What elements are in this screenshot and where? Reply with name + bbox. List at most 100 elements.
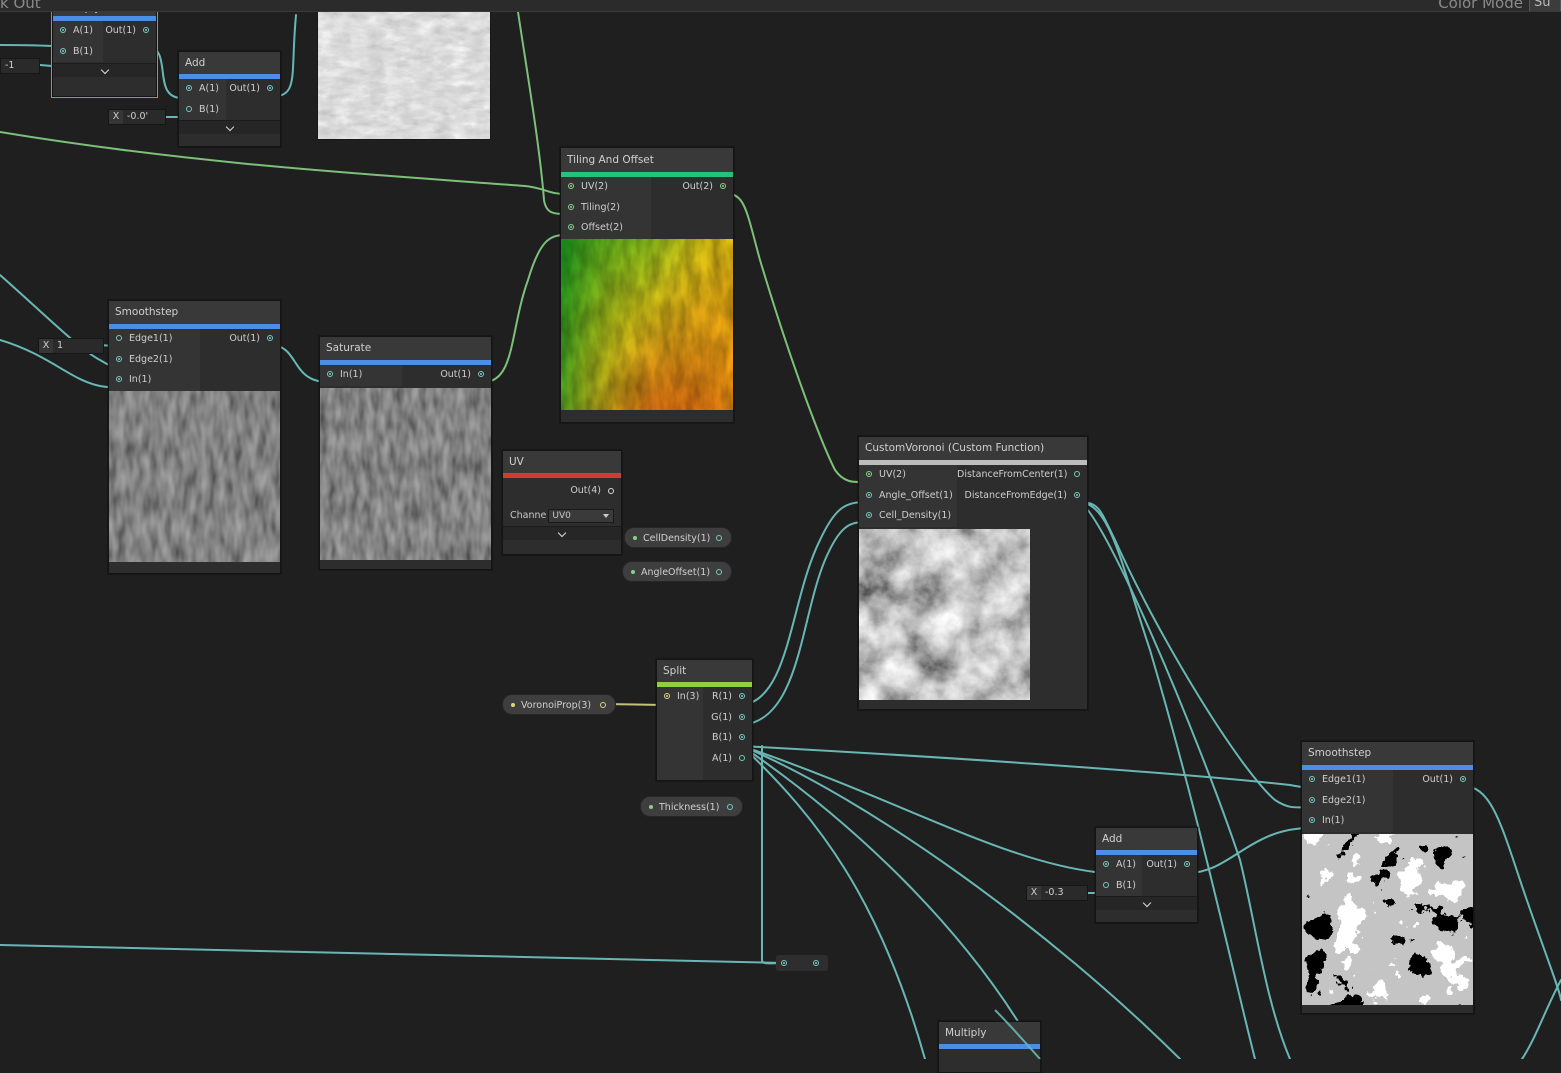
node-title[interactable]: Multiply [939, 1022, 1040, 1044]
node-title[interactable]: Saturate [320, 337, 491, 360]
expand-button[interactable] [1096, 896, 1197, 910]
port-dot[interactable] [716, 569, 722, 575]
color-mode-label: Color Mode [1438, 0, 1523, 12]
node-title[interactable]: Smoothstep [109, 301, 280, 324]
port-g: G(1) [703, 708, 752, 729]
port-dot[interactable] [568, 183, 574, 189]
port-b: B(1) [703, 728, 752, 749]
add-node-top[interactable]: Add A(1) B(1) Out(1) [178, 51, 281, 147]
color-mode-dropdown[interactable]: Su [1529, 0, 1561, 11]
port-dot[interactable] [664, 693, 670, 699]
node-title[interactable]: Add [179, 52, 280, 74]
node-title[interactable]: Add [1096, 828, 1197, 850]
multiply-b-default[interactable]: -1 [0, 58, 40, 74]
port-in: In(3) [657, 687, 703, 708]
port-angle-offset: Angle_Offset(1) [859, 486, 957, 507]
port-dot[interactable] [739, 754, 745, 761]
node-title[interactable]: Split [657, 660, 752, 682]
port-dot[interactable] [267, 335, 273, 341]
smoothstep-right-preview [1302, 833, 1473, 1005]
port-dot[interactable] [60, 27, 66, 33]
node-title[interactable]: Tiling And Offset [561, 148, 733, 172]
port-dot[interactable] [720, 183, 726, 189]
cell-density-property[interactable]: CellDensity(1) [624, 527, 732, 548]
smoothstep-node-right[interactable]: Smoothstep Edge1(1) Edge2(1) In(1) Out(1… [1301, 741, 1474, 1014]
port-dot[interactable] [1074, 471, 1080, 477]
node-title[interactable]: CustomVoronoi (Custom Function) [859, 437, 1087, 460]
voronoi-preview-image [859, 528, 1030, 700]
node-title[interactable]: Smoothstep [1302, 742, 1473, 765]
port-out: Out(1) [402, 365, 491, 386]
port-dot[interactable] [1184, 861, 1190, 867]
port-out: Out(1) [226, 79, 280, 100]
node-title[interactable]: UV [503, 451, 621, 473]
port-offset: Offset(2) [561, 218, 651, 239]
saturate-preview [320, 387, 491, 560]
port-dot[interactable] [1103, 861, 1109, 867]
port-dot[interactable] [60, 47, 66, 54]
uv-node[interactable]: UV Out(4) Channe UV0 [502, 450, 622, 555]
port-dot[interactable] [116, 335, 122, 341]
multiply-node-top[interactable]: Multiply A(1) B(1) Out(1) [51, 0, 158, 98]
port-dot[interactable] [1309, 817, 1315, 823]
noise-image [318, 11, 490, 139]
port-cell-density: Cell_Density(1) [859, 506, 957, 527]
port-dot[interactable] [1074, 491, 1080, 498]
port-dot[interactable] [1460, 776, 1466, 782]
port-a: A(1) [703, 749, 752, 770]
port-dot[interactable] [739, 713, 745, 720]
smoothstep-edge1-default[interactable]: X1 [38, 338, 104, 354]
port-dot[interactable] [739, 734, 745, 740]
port-dot[interactable] [727, 804, 733, 810]
port-dot[interactable] [186, 85, 192, 91]
multiply-node-bottom[interactable]: Multiply [938, 1021, 1041, 1073]
port-dot[interactable] [866, 471, 872, 477]
pattern-preview-image [109, 390, 280, 562]
saturate-node[interactable]: Saturate In(1) Out(1) [319, 336, 492, 570]
custom-voronoi-node[interactable]: CustomVoronoi (Custom Function) UV(2) An… [858, 436, 1088, 710]
port-uv: UV(2) [561, 177, 651, 198]
reroute-in-dot[interactable] [781, 960, 787, 966]
port-dot[interactable] [327, 371, 333, 377]
port-dot[interactable] [267, 85, 273, 91]
expand-button[interactable] [53, 63, 156, 77]
port-out: Out(1) [1142, 855, 1197, 876]
reroute-node[interactable] [776, 955, 828, 971]
angle-offset-property[interactable]: AngleOffset(1) [622, 561, 732, 582]
port-edge2: Edge2(1) [109, 350, 200, 371]
port-dot[interactable] [866, 491, 872, 498]
add-b-default[interactable]: X -0.0' [108, 109, 166, 125]
port-dot[interactable] [568, 224, 574, 230]
port-dot[interactable] [608, 488, 614, 494]
port-dot[interactable] [1309, 796, 1315, 803]
port-edge2: Edge2(1) [1302, 791, 1393, 812]
tiling-and-offset-node[interactable]: Tiling And Offset UV(2) Tiling(2) Offset… [560, 147, 734, 423]
expand-button[interactable] [179, 120, 280, 134]
property-dot [511, 703, 515, 707]
port-dot[interactable] [568, 203, 574, 210]
voronoi-prop-property[interactable]: VoronoiProp(3) [502, 694, 616, 715]
port-dot[interactable] [1309, 776, 1315, 782]
port-dot[interactable] [600, 702, 606, 708]
add-node-right[interactable]: Add A(1) B(1) Out(1) [1095, 827, 1198, 923]
port-dot[interactable] [116, 355, 122, 362]
channel-row: Channe UV0 [503, 506, 621, 526]
port-dot[interactable] [739, 693, 745, 699]
port-dot[interactable] [1103, 881, 1109, 888]
port-dot[interactable] [116, 376, 122, 382]
port-dot[interactable] [716, 535, 722, 541]
port-dot[interactable] [478, 371, 484, 377]
split-node[interactable]: Split In(3) R(1) G(1) B(1) A(1) [656, 659, 753, 781]
add-right-b-default[interactable]: X -0.3 [1026, 885, 1088, 901]
thickness-property[interactable]: Thickness(1) [640, 796, 743, 817]
smoothstep-node-left[interactable]: Smoothstep Edge1(1) Edge2(1) In(1) Out(1… [108, 300, 281, 574]
reroute-out-dot[interactable] [813, 960, 819, 966]
port-b: B(1) [1096, 876, 1142, 897]
port-dot[interactable] [186, 105, 192, 112]
port-a: A(1) [179, 79, 226, 100]
channel-dropdown[interactable]: UV0 [548, 508, 615, 523]
port-in: In(1) [109, 370, 200, 391]
expand-button[interactable] [503, 526, 621, 540]
port-dot[interactable] [143, 27, 149, 33]
port-dot[interactable] [866, 512, 872, 518]
